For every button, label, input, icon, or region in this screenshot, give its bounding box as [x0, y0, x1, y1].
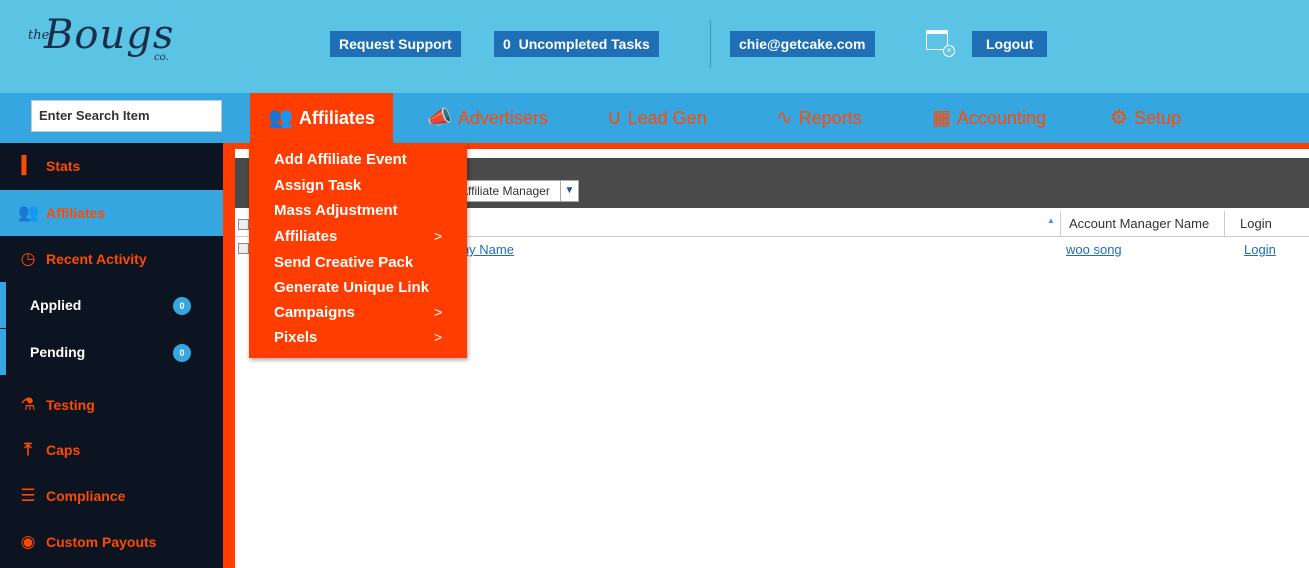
request-support-button[interactable]: Request Support: [330, 31, 461, 57]
affiliates-dropdown-menu: Add Affiliate Event Assign Task Mass Adj…: [249, 143, 467, 358]
header-divider: [710, 20, 711, 68]
chevron-right-icon: >: [434, 329, 443, 345]
window-close-icon[interactable]: ×: [926, 30, 955, 57]
select-all-checkbox[interactable]: [238, 219, 249, 230]
money-bag-icon: ◉: [20, 532, 36, 551]
sidebar-item-label: Recent Activity: [46, 251, 147, 267]
nav-reports[interactable]: ∿ Reports: [776, 93, 862, 143]
nav-lead-gen[interactable]: ∪ Lead Gen: [607, 93, 707, 143]
menu-item-affiliates[interactable]: Affiliates: [274, 228, 337, 245]
people-icon: 👥: [268, 107, 293, 129]
people-icon: 👥: [18, 203, 40, 222]
count-badge: 0: [173, 297, 191, 315]
sidebar-item-label: Testing: [46, 397, 95, 413]
uncompleted-tasks-button[interactable]: 0 Uncompleted Tasks: [494, 31, 659, 57]
sidebar-item-label: Compliance: [46, 488, 126, 504]
flask-icon: ⚗: [20, 395, 36, 414]
magnet-icon: ∪: [607, 107, 622, 129]
chevron-right-icon: >: [434, 304, 443, 320]
sidebar-item-custom-payouts[interactable]: ◉ Custom Payouts: [0, 519, 223, 565]
menu-item-campaigns[interactable]: Campaigns: [274, 304, 355, 321]
menu-item-send-creative-pack[interactable]: Send Creative Pack: [274, 254, 413, 271]
nav-affiliates[interactable]: 👥 Affiliates: [250, 93, 393, 143]
nav-reports-label: Reports: [798, 108, 862, 128]
column-header-account-manager[interactable]: Account Manager Name: [1060, 211, 1224, 237]
chevron-down-icon[interactable]: ▼: [560, 181, 578, 201]
sidebar-item-label: Caps: [46, 442, 81, 458]
menu-item-mass-adjustment[interactable]: Mass Adjustment: [274, 202, 398, 219]
sidebar-item-label: Pending: [30, 344, 86, 360]
sidebar-item-label: Applied: [30, 297, 82, 313]
count-badge: 0: [173, 344, 191, 362]
checklist-icon: ☰: [20, 486, 36, 505]
row-checkbox[interactable]: [238, 243, 249, 254]
nav-affiliates-label: Affiliates: [298, 108, 375, 128]
menu-item-generate-unique-link[interactable]: Generate Unique Link: [274, 279, 429, 296]
nav-lead-gen-label: Lead Gen: [627, 108, 707, 128]
column-header-login[interactable]: Login: [1224, 211, 1309, 237]
sidebar-item-caps[interactable]: ⤒ Caps: [0, 427, 223, 473]
gears-icon: ⚙: [1110, 107, 1128, 129]
sidebar-item-compliance[interactable]: ☰ Compliance: [0, 473, 223, 519]
nav-advertisers[interactable]: 📣 Advertisers: [427, 93, 548, 143]
logout-button[interactable]: Logout: [972, 31, 1048, 57]
calculator-icon: ▦: [932, 107, 951, 129]
sidebar-item-applied[interactable]: Applied 0: [0, 282, 223, 328]
bar-chart-icon: ▍: [21, 156, 35, 175]
select-value: Affiliate Manager: [460, 184, 550, 198]
nav-accounting-label: Accounting: [956, 108, 1046, 128]
sidebar-item-pending[interactable]: Pending 0: [0, 329, 223, 375]
megaphone-icon: 📣: [427, 107, 452, 129]
search-input[interactable]: Enter Search Item: [31, 100, 222, 132]
sidebar-item-stats[interactable]: ▍ Stats: [0, 143, 223, 189]
sidebar-item-label: Custom Payouts: [46, 534, 157, 550]
sort-ascending-icon[interactable]: ▲: [1047, 216, 1055, 225]
sidebar-item-label: Affiliates: [46, 205, 106, 221]
clock-icon: ◷: [20, 249, 36, 268]
chevron-right-icon: >: [434, 228, 443, 244]
account-manager-link[interactable]: woo song: [1066, 242, 1122, 257]
nav-advertisers-label: Advertisers: [457, 108, 548, 128]
chart-line-icon: ∿: [776, 107, 793, 129]
cap-arrow-icon: ⤒: [24, 440, 32, 459]
sidebar-item-recent-activity[interactable]: ◷ Recent Activity: [0, 236, 223, 282]
brand-logo[interactable]: the Bougs co.: [28, 12, 198, 74]
menu-item-add-affiliate-event[interactable]: Add Affiliate Event: [274, 151, 407, 168]
sidebar-item-label: Stats: [46, 158, 81, 174]
nav-setup[interactable]: ⚙ Setup: [1110, 93, 1181, 143]
affiliate-manager-select[interactable]: Affiliate Manager ▼: [455, 180, 579, 202]
login-link[interactable]: Login: [1244, 242, 1276, 257]
nav-accounting[interactable]: ▦ Accounting: [932, 93, 1046, 143]
content-accent-strip: [223, 143, 235, 568]
menu-item-assign-task[interactable]: Assign Task: [274, 177, 361, 194]
sidebar-item-testing[interactable]: ⚗ Testing: [0, 382, 223, 428]
menu-item-pixels[interactable]: Pixels: [274, 329, 317, 346]
logo-co: co.: [154, 52, 169, 63]
user-email-button[interactable]: chie@getcake.com: [730, 31, 875, 57]
tasks-count: 0: [503, 36, 511, 52]
sidebar-item-affiliates[interactable]: 👥 Affiliates: [0, 190, 223, 236]
tasks-label: Uncompleted Tasks: [518, 36, 650, 52]
nav-setup-label: Setup: [1133, 108, 1181, 128]
